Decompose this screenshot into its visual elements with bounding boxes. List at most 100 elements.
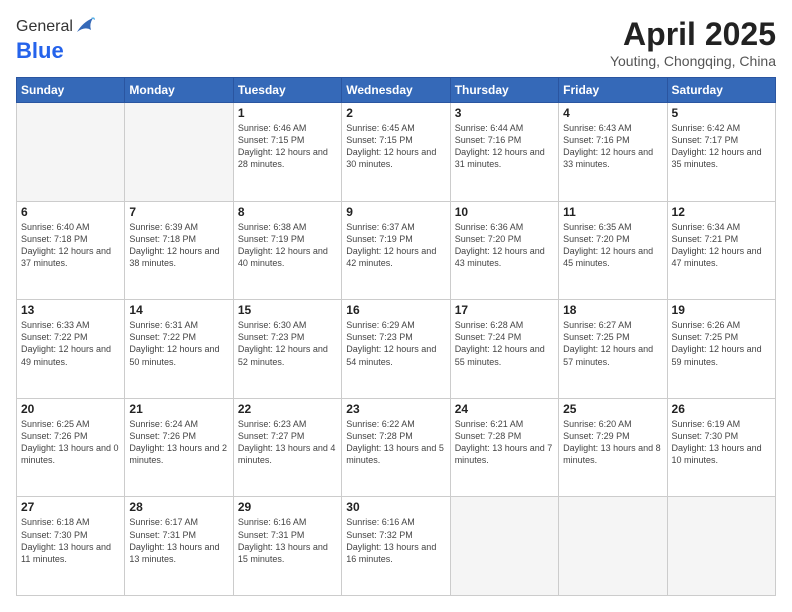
day-number: 10 [455,205,554,219]
week-row-5: 27Sunrise: 6:18 AM Sunset: 7:30 PM Dayli… [17,497,776,596]
day-number: 3 [455,106,554,120]
day-info: Sunrise: 6:37 AM Sunset: 7:19 PM Dayligh… [346,221,445,270]
day-info: Sunrise: 6:19 AM Sunset: 7:30 PM Dayligh… [672,418,771,467]
day-cell: 13 Sunrise: 6:33 AM Sunset: 7:22 PM Dayli… [17,300,125,399]
day-info: Sunrise: 6:46 AM Sunset: 7:15 PM Dayligh… [238,122,337,171]
day-number: 20 [21,402,120,416]
day-cell: 1 Sunrise: 6:46 AM Sunset: 7:15 PM Daylig… [233,103,341,202]
weekday-header-thursday: Thursday [450,78,558,103]
weekday-header-monday: Monday [125,78,233,103]
logo-blue: Blue [16,38,64,63]
day-cell: 19 Sunrise: 6:26 AM Sunset: 7:25 PM Dayli… [667,300,775,399]
day-info: Sunrise: 6:38 AM Sunset: 7:19 PM Dayligh… [238,221,337,270]
day-cell: 14Sunrise: 6:31 AM Sunset: 7:22 PM Dayli… [125,300,233,399]
day-cell: 6 Sunrise: 6:40 AM Sunset: 7:18 PM Daylig… [17,201,125,300]
day-number: 8 [238,205,337,219]
day-info: Sunrise: 6:17 AM Sunset: 7:31 PM Dayligh… [129,516,228,565]
day-number: 9 [346,205,445,219]
day-number: 13 [21,303,120,317]
day-number: 25 [563,402,662,416]
day-cell: 10 Sunrise: 6:36 AM Sunset: 7:20 PM Dayli… [450,201,558,300]
day-cell: 9 Sunrise: 6:37 AM Sunset: 7:19 PM Daylig… [342,201,450,300]
day-number: 1 [238,106,337,120]
day-info: Sunrise: 6:35 AM Sunset: 7:20 PM Dayligh… [563,221,662,270]
day-info: Sunrise: 6:25 AM Sunset: 7:26 PM Dayligh… [21,418,120,467]
week-row-4: 20 Sunrise: 6:25 AM Sunset: 7:26 PM Dayli… [17,398,776,497]
day-number: 2 [346,106,445,120]
day-number: 6 [21,205,120,219]
day-number: 7 [129,205,228,219]
day-cell: 22 Sunrise: 6:23 AM Sunset: 7:27 PM Dayli… [233,398,341,497]
day-cell: 16Sunrise: 6:29 AM Sunset: 7:23 PM Dayli… [342,300,450,399]
day-info: Sunrise: 6:22 AM Sunset: 7:28 PM Dayligh… [346,418,445,467]
week-row-1: 1 Sunrise: 6:46 AM Sunset: 7:15 PM Daylig… [17,103,776,202]
day-cell: 27Sunrise: 6:18 AM Sunset: 7:30 PM Dayli… [17,497,125,596]
day-cell: 28 Sunrise: 6:17 AM Sunset: 7:31 PM Dayli… [125,497,233,596]
day-cell: 20 Sunrise: 6:25 AM Sunset: 7:26 PM Dayli… [17,398,125,497]
day-cell [559,497,667,596]
day-info: Sunrise: 6:30 AM Sunset: 7:23 PM Dayligh… [238,319,337,368]
weekday-header-sunday: Sunday [17,78,125,103]
day-info: Sunrise: 6:26 AM Sunset: 7:25 PM Dayligh… [672,319,771,368]
day-cell: 25Sunrise: 6:20 AM Sunset: 7:29 PM Dayli… [559,398,667,497]
day-number: 24 [455,402,554,416]
day-cell: 29 Sunrise: 6:16 AM Sunset: 7:31 PM Dayli… [233,497,341,596]
day-cell: 21 Sunrise: 6:24 AM Sunset: 7:26 PM Dayli… [125,398,233,497]
day-cell: 26 Sunrise: 6:19 AM Sunset: 7:30 PM Dayli… [667,398,775,497]
day-info: Sunrise: 6:40 AM Sunset: 7:18 PM Dayligh… [21,221,120,270]
day-number: 23 [346,402,445,416]
day-info: Sunrise: 6:28 AM Sunset: 7:24 PM Dayligh… [455,319,554,368]
logo-general: General [16,18,73,36]
day-info: Sunrise: 6:21 AM Sunset: 7:28 PM Dayligh… [455,418,554,467]
calendar-table: SundayMondayTuesdayWednesdayThursdayFrid… [16,77,776,596]
day-info: Sunrise: 6:31 AM Sunset: 7:22 PM Dayligh… [129,319,228,368]
day-number: 5 [672,106,771,120]
weekday-header-wednesday: Wednesday [342,78,450,103]
day-number: 15 [238,303,337,317]
month-title: April 2025 [610,16,776,53]
day-cell: 12 Sunrise: 6:34 AM Sunset: 7:21 PM Dayli… [667,201,775,300]
day-cell [125,103,233,202]
week-row-2: 6 Sunrise: 6:40 AM Sunset: 7:18 PM Daylig… [17,201,776,300]
day-info: Sunrise: 6:33 AM Sunset: 7:22 PM Dayligh… [21,319,120,368]
day-number: 16 [346,303,445,317]
day-cell: 5Sunrise: 6:42 AM Sunset: 7:17 PM Daylig… [667,103,775,202]
weekday-header-tuesday: Tuesday [233,78,341,103]
day-number: 22 [238,402,337,416]
weekday-header-row: SundayMondayTuesdayWednesdayThursdayFrid… [17,78,776,103]
day-info: Sunrise: 6:24 AM Sunset: 7:26 PM Dayligh… [129,418,228,467]
day-cell: 23 Sunrise: 6:22 AM Sunset: 7:28 PM Dayli… [342,398,450,497]
day-number: 30 [346,500,445,514]
day-number: 4 [563,106,662,120]
header: General Blue April 2025 Youting, Chongqi… [16,16,776,69]
day-number: 11 [563,205,662,219]
day-info: Sunrise: 6:18 AM Sunset: 7:30 PM Dayligh… [21,516,120,565]
day-cell: 4 Sunrise: 6:43 AM Sunset: 7:16 PM Daylig… [559,103,667,202]
day-cell: 8 Sunrise: 6:38 AM Sunset: 7:19 PM Daylig… [233,201,341,300]
day-info: Sunrise: 6:16 AM Sunset: 7:31 PM Dayligh… [238,516,337,565]
day-number: 21 [129,402,228,416]
day-number: 18 [563,303,662,317]
day-cell: 17Sunrise: 6:28 AM Sunset: 7:24 PM Dayli… [450,300,558,399]
day-cell: 3 Sunrise: 6:44 AM Sunset: 7:16 PM Daylig… [450,103,558,202]
day-info: Sunrise: 6:16 AM Sunset: 7:32 PM Dayligh… [346,516,445,565]
day-info: Sunrise: 6:43 AM Sunset: 7:16 PM Dayligh… [563,122,662,171]
day-info: Sunrise: 6:36 AM Sunset: 7:20 PM Dayligh… [455,221,554,270]
day-cell [17,103,125,202]
day-cell: 24 Sunrise: 6:21 AM Sunset: 7:28 PM Dayli… [450,398,558,497]
day-number: 28 [129,500,228,514]
day-info: Sunrise: 6:23 AM Sunset: 7:27 PM Dayligh… [238,418,337,467]
day-number: 26 [672,402,771,416]
day-cell: 18 Sunrise: 6:27 AM Sunset: 7:25 PM Dayli… [559,300,667,399]
day-number: 12 [672,205,771,219]
logo-bird-icon [75,14,95,38]
day-info: Sunrise: 6:44 AM Sunset: 7:16 PM Dayligh… [455,122,554,171]
day-info: Sunrise: 6:39 AM Sunset: 7:18 PM Dayligh… [129,221,228,270]
day-info: Sunrise: 6:34 AM Sunset: 7:21 PM Dayligh… [672,221,771,270]
logo: General Blue [16,16,95,64]
day-info: Sunrise: 6:27 AM Sunset: 7:25 PM Dayligh… [563,319,662,368]
title-block: April 2025 Youting, Chongqing, China [610,16,776,69]
day-number: 19 [672,303,771,317]
day-number: 29 [238,500,337,514]
weekday-header-friday: Friday [559,78,667,103]
